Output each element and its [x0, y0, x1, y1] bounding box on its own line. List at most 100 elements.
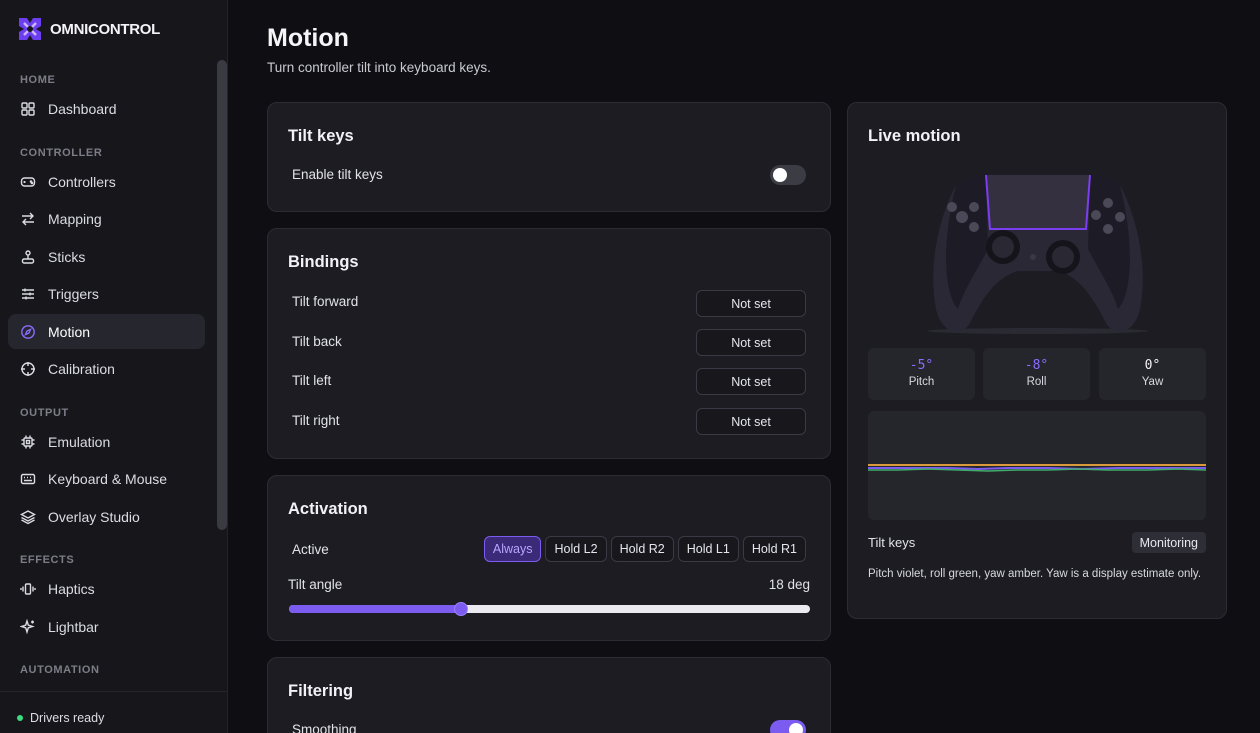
mode-always-button[interactable]: Always	[483, 536, 542, 562]
yaw-stat: 0° Yaw	[1099, 348, 1206, 400]
chip-icon	[21, 435, 35, 448]
sidebar-item-label: Dashboard	[48, 100, 117, 117]
mode-hold-l1-button[interactable]: Hold L1	[677, 536, 739, 562]
monitoring-badge: Monitoring	[1131, 532, 1206, 553]
controller-image	[928, 174, 1148, 334]
gamepad-icon	[20, 176, 36, 187]
live-motion-card: Live motion -5° Pitch -8° Roll 0° Yaw Ti…	[847, 102, 1227, 619]
page-title: Motion	[267, 24, 349, 52]
active-label: Active	[292, 542, 329, 557]
driver-status: Drivers ready	[30, 711, 105, 725]
roll-value: -8°	[1024, 358, 1049, 373]
binding-label-forward: Tilt forward	[292, 294, 359, 309]
keyboard-icon	[20, 473, 36, 484]
sidebar-item-label: Overlay Studio	[48, 508, 140, 525]
sidebar-footer: Drivers ready	[0, 691, 227, 733]
card-title: Filtering	[288, 682, 354, 700]
sidebar-item-label: Haptics	[48, 580, 95, 597]
sliders-icon	[22, 288, 34, 299]
brand[interactable]: OMNICONTROL	[16, 15, 160, 43]
page-subtitle: Turn controller tilt into keyboard keys.	[267, 60, 491, 75]
sidebar-item-label: Mapping	[48, 210, 102, 227]
layers-icon	[20, 509, 36, 524]
section-home: HOME	[20, 74, 56, 86]
pitch-value: -5°	[909, 358, 934, 373]
binding-button-back[interactable]: Not set	[696, 329, 806, 356]
sidebar-item-label: Sticks	[48, 248, 86, 265]
sidebar-item-label: Motion	[48, 323, 91, 340]
binding-button-left[interactable]: Not set	[696, 368, 806, 395]
vibrate-icon	[20, 582, 36, 595]
motion-legend-note: Pitch violet, roll green, yaw amber. Yaw…	[868, 568, 1202, 580]
crosshair-icon	[21, 361, 35, 376]
card-title: Bindings	[288, 253, 359, 271]
card-title: Activation	[288, 500, 368, 518]
sparkle-icon	[20, 618, 35, 634]
status-dot	[17, 715, 23, 721]
binding-label-right: Tilt right	[292, 413, 340, 428]
compass-icon	[21, 324, 35, 339]
section-output: OUTPUT	[20, 407, 69, 419]
sidebar: OMNICONTROL HOME Dashboard CONTROLLER Co…	[0, 0, 228, 733]
sidebar-item-sticks[interactable]: Sticks	[8, 239, 205, 274]
pitch-label: Pitch	[908, 376, 935, 388]
binding-label-left: Tilt left	[292, 373, 332, 388]
sidebar-item-calibration[interactable]: Calibration	[8, 351, 205, 386]
sidebar-item-label: Calibration	[48, 360, 115, 377]
app-name: OMNICONTROL	[50, 20, 161, 38]
tilt-angle-value: 18 deg	[768, 577, 810, 592]
roll-label: Roll	[1026, 376, 1047, 388]
sidebar-item-dashboard[interactable]: Dashboard	[8, 91, 205, 126]
activation-mode-group: Always Hold L2 Hold R2 Hold L1 Hold R1	[483, 536, 806, 562]
card-title: Tilt keys	[288, 127, 354, 145]
enable-tilt-keys-label: Enable tilt keys	[292, 167, 383, 182]
sidebar-item-label: Triggers	[48, 285, 99, 302]
sidebar-item-mapping[interactable]: Mapping	[8, 201, 205, 236]
roll-line	[868, 468, 1206, 472]
sidebar-item-label: Lightbar	[48, 618, 99, 635]
yaw-value: 0°	[1144, 358, 1161, 373]
sidebar-item-haptics[interactable]: Haptics	[8, 571, 205, 606]
arrows-icon	[22, 212, 34, 225]
card-title: Live motion	[868, 127, 961, 145]
tilt-angle-slider[interactable]	[289, 605, 810, 613]
activation-card: Activation Active Always Hold L2 Hold R2…	[267, 475, 831, 641]
tilt-angle-label: Tilt angle	[288, 577, 343, 592]
sidebar-item-overlay-studio[interactable]: Overlay Studio	[8, 499, 205, 534]
motion-graph	[868, 411, 1206, 520]
sidebar-item-lightbar[interactable]: Lightbar	[8, 609, 205, 644]
binding-button-forward[interactable]: Not set	[696, 290, 806, 317]
enable-tilt-keys-toggle[interactable]	[770, 165, 806, 185]
omnicontrol-logo-icon	[19, 18, 41, 40]
sidebar-item-motion[interactable]: Motion	[8, 314, 205, 349]
toggle-knob	[773, 168, 787, 182]
mode-hold-r1-button[interactable]: Hold R1	[742, 536, 806, 562]
binding-button-right[interactable]: Not set	[696, 408, 806, 435]
roll-stat: -8° Roll	[983, 348, 1090, 400]
pitch-stat: -5° Pitch	[868, 348, 975, 400]
yaw-label: Yaw	[1141, 376, 1164, 388]
sidebar-scrollbar[interactable]	[217, 60, 227, 530]
sidebar-item-label: Controllers	[48, 173, 116, 190]
section-controller: CONTROLLER	[20, 147, 103, 159]
slider-fill	[289, 605, 461, 613]
tilt-keys-status-label: Tilt keys	[868, 535, 916, 550]
sidebar-item-label: Emulation	[48, 433, 111, 450]
joystick-icon	[21, 249, 35, 264]
tilt-angle-slider-thumb[interactable]	[453, 602, 468, 616]
tilt-keys-card: Tilt keys Enable tilt keys	[267, 102, 831, 212]
sidebar-item-label: Keyboard & Mouse	[48, 470, 168, 487]
sidebar-item-controllers[interactable]: Controllers	[8, 164, 205, 199]
sidebar-item-emulation[interactable]: Emulation	[8, 424, 205, 459]
grid-icon	[21, 101, 35, 116]
mode-hold-l2-button[interactable]: Hold L2	[545, 536, 607, 562]
sidebar-item-keyboard-mouse[interactable]: Keyboard & Mouse	[8, 461, 205, 496]
toggle-knob	[789, 723, 803, 733]
filtering-card: Filtering Smoothing	[267, 657, 831, 733]
section-automation: AUTOMATION	[20, 664, 100, 676]
binding-label-back: Tilt back	[292, 334, 342, 349]
smoothing-toggle[interactable]	[770, 720, 806, 733]
mode-hold-r2-button[interactable]: Hold R2	[610, 536, 674, 562]
sidebar-item-triggers[interactable]: Triggers	[8, 276, 205, 311]
smoothing-label: Smoothing	[292, 722, 357, 733]
